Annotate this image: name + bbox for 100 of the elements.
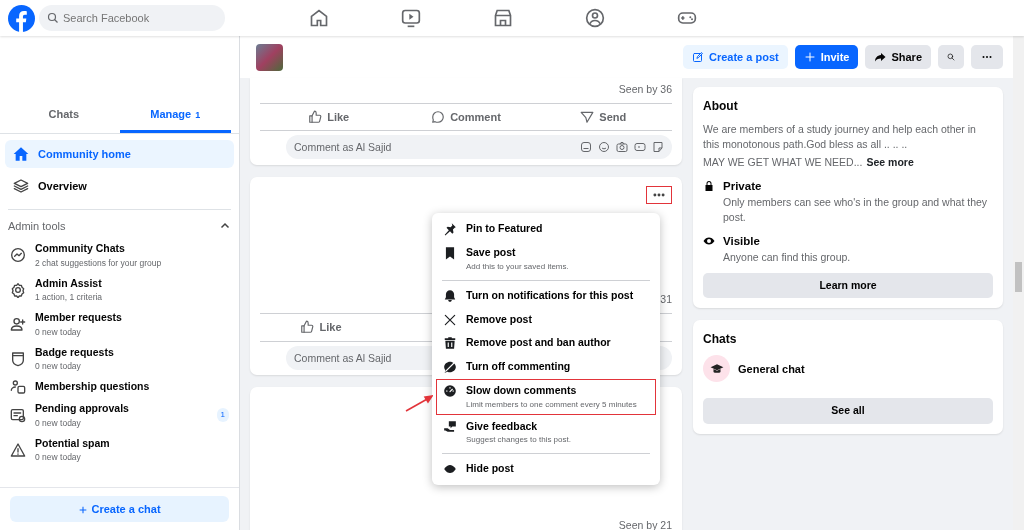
menu-item-label: Turn on notifications for this post <box>466 287 634 303</box>
search-field[interactable]: Search Facebook <box>39 5 225 31</box>
menu-item[interactable]: Remove post <box>436 307 656 332</box>
menu-item[interactable]: Give feedback Suggest changes to this post. <box>436 414 656 451</box>
tool-subtitle: 1 action, 1 criteria <box>35 291 103 304</box>
setting-description: Only members can see who's in the group and what they post. <box>723 195 989 225</box>
edit-icon <box>692 51 704 63</box>
photo-placeholder <box>256 43 283 71</box>
menu-item[interactable]: Turn off commenting <box>436 355 656 379</box>
menu-item-description: Add this to your saved items. <box>466 260 569 273</box>
seen-count: Seen by 21 <box>617 517 673 530</box>
camera-icon[interactable] <box>616 141 628 154</box>
section-heading: Admin tools <box>8 218 66 234</box>
trash-icon <box>443 336 457 351</box>
menu-item-label: Remove post <box>466 311 532 327</box>
card-title: About <box>703 98 739 115</box>
send-icon <box>580 110 595 124</box>
annotation-arrow <box>405 394 433 412</box>
menu-item[interactable]: Remove post and ban author <box>436 331 656 355</box>
menu-item[interactable]: Hide post <box>436 457 656 481</box>
bookmark-icon <box>443 246 457 260</box>
video-icon[interactable] <box>401 8 421 28</box>
menu-item-label: Save post <box>466 245 517 260</box>
see-more-link[interactable]: See more <box>866 155 914 171</box>
thumbs-up-icon <box>300 320 315 335</box>
person-add-icon <box>10 316 26 333</box>
invite-button[interactable]: Invite <box>794 45 859 69</box>
menu-item-label: Pin to Featured <box>466 221 543 237</box>
sidebar-item[interactable]: Community home <box>5 139 234 168</box>
home-icon <box>13 145 29 162</box>
see-all-button[interactable]: See all <box>703 398 993 425</box>
thumbs-up-icon <box>308 110 323 124</box>
menu-item-label: Slow down comments <box>466 382 578 398</box>
about-tagline: MAY WE GET WHAT WE NEED... <box>703 155 863 171</box>
tool-subtitle: 0 new today <box>35 360 82 373</box>
about-description: We are members of a study journey and help each other in this monotonous path.God bless as all .. .. .. <box>703 122 977 152</box>
lock-icon <box>703 180 715 193</box>
menu-item-description: Suggest changes to this post. <box>466 434 571 447</box>
more-button[interactable] <box>646 186 672 205</box>
menu-item-label: Turn off commenting <box>466 359 571 374</box>
tool-title[interactable]: Pending approvals <box>35 401 129 417</box>
sidebar-tab[interactable]: Chats <box>8 98 120 133</box>
document-clock-icon <box>10 407 26 424</box>
sidebar-tab[interactable]: Manage 1 <box>119 98 231 133</box>
plus-icon <box>78 504 89 515</box>
search-icon <box>947 51 955 63</box>
setting-title: Private <box>723 179 763 195</box>
comment-field[interactable]: Comment as Al Sajid <box>286 135 672 160</box>
tool-subtitle: 0 new today <box>35 416 82 430</box>
like-button[interactable]: Like <box>260 314 382 341</box>
tool-subtitle: 0 new today <box>35 325 82 339</box>
comment-off-icon <box>443 360 457 374</box>
create-post-button[interactable]: Create a post <box>683 45 788 69</box>
menu-item[interactable]: Turn on notifications for this post <box>436 283 656 308</box>
menu-item[interactable]: Pin to Featured <box>436 217 656 241</box>
gif-icon[interactable] <box>634 141 646 154</box>
tool-subtitle: 2 chat suggestions for your group <box>35 256 162 270</box>
warning-icon <box>10 441 26 458</box>
tool-title[interactable]: Community Chats <box>35 241 162 257</box>
bell-icon <box>443 288 457 303</box>
plus-icon <box>803 51 816 63</box>
scrollbar[interactable] <box>1013 36 1024 530</box>
shield-icon <box>10 350 26 367</box>
menu-item[interactable]: Save post Add this to your saved items. <box>436 241 656 277</box>
scrollbar-thumb[interactable] <box>1015 262 1022 292</box>
menu-item-description: Limit members to one comment every 5 minutes <box>466 398 637 411</box>
tab-count: 1 <box>195 110 201 120</box>
share-button[interactable]: Share <box>865 45 931 69</box>
chat-name[interactable]: General chat <box>738 360 805 378</box>
menu-item-label: Give feedback <box>466 418 539 434</box>
tool-title[interactable]: Member requests <box>35 310 122 326</box>
comment-button[interactable]: Comment <box>397 103 535 131</box>
share-arrow-icon <box>874 51 887 63</box>
card-title: Chats <box>703 331 738 349</box>
tool-title[interactable]: Admin Assist <box>35 275 103 292</box>
smiley-icon[interactable] <box>598 141 610 154</box>
seen-count: Seen by 36 <box>617 82 673 97</box>
tool-title[interactable]: Potential spam <box>35 435 110 452</box>
speech-bubble-icon <box>431 110 446 124</box>
home-icon[interactable] <box>309 8 329 28</box>
layers-icon <box>13 178 29 195</box>
store-icon[interactable] <box>493 8 513 28</box>
setting-title: Visible <box>723 233 761 249</box>
menu-item-label: Hide post <box>466 461 514 477</box>
tool-title[interactable]: Membership questions <box>35 379 150 395</box>
sticker-face-icon[interactable] <box>652 141 664 154</box>
chat-bubble-icon <box>10 247 26 264</box>
sidebar-item[interactable]: Overview <box>5 172 234 201</box>
learn-more-button[interactable]: Learn more <box>703 272 993 299</box>
gear-icon <box>10 281 26 298</box>
tool-title[interactable]: Badge requests <box>35 344 114 361</box>
feedback-icon <box>443 419 457 434</box>
like-button[interactable]: Like <box>260 103 398 131</box>
sticker-icon[interactable] <box>580 141 592 154</box>
create-chat-button[interactable]: Create a chat <box>10 495 229 522</box>
logo-icon[interactable] <box>8 4 35 32</box>
send-button[interactable]: Send <box>534 103 672 131</box>
search-button[interactable] <box>938 45 964 69</box>
menu-item[interactable]: Slow down comments Limit members to one comment every 5 minutes <box>436 378 656 415</box>
tool-subtitle: 0 new today <box>35 451 82 464</box>
